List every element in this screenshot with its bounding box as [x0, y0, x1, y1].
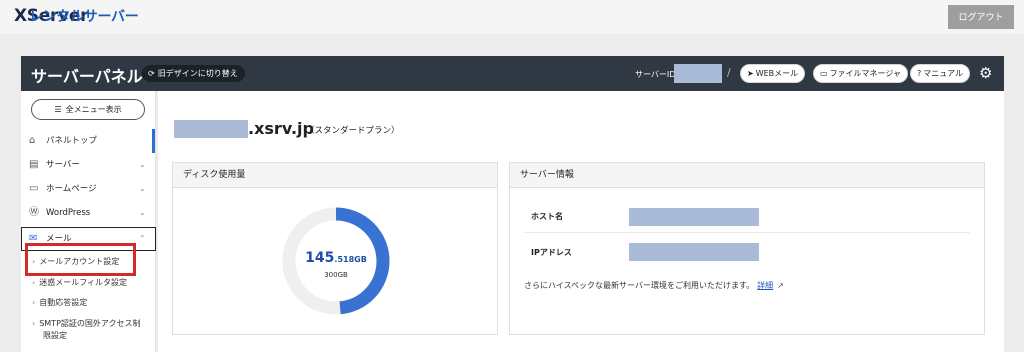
- all-menu-label: 全メニュー表示: [65, 105, 122, 114]
- header-separator: /: [727, 66, 731, 79]
- subitem-label: 限設定: [43, 331, 67, 340]
- top-bar: XServer レンタルサーバー ログアウト: [0, 0, 1024, 34]
- logout-button[interactable]: ログアウト: [948, 5, 1014, 29]
- gear-icon[interactable]: ⚙: [979, 64, 992, 83]
- old-design-toggle[interactable]: ⟳ 旧デザインに切り替え: [142, 65, 245, 82]
- all-menu-button[interactable]: ☰ 全メニュー表示: [31, 99, 145, 120]
- sidebar: ☰ 全メニュー表示 ⌂ パネルトップ ▤ サーバー ⌄ ▭ ホームページ ⌄ Ⓦ …: [21, 91, 156, 352]
- ip-value-masked: [629, 243, 759, 261]
- folder-icon: ▭: [820, 69, 828, 78]
- server-icon: ▤: [29, 159, 39, 170]
- file-manager-label: ファイルマネージャ: [829, 69, 902, 78]
- details-link[interactable]: 詳細: [757, 281, 773, 290]
- chevron-down-icon: ⌄: [139, 160, 146, 169]
- chevron-right-icon: ›: [32, 319, 36, 328]
- sidebar-item-label: パネルトップ: [46, 136, 98, 146]
- highlight-annotation: [25, 243, 136, 276]
- server-id-label: サーバーID: [635, 70, 676, 79]
- disk-used-main: 145: [305, 250, 335, 266]
- question-icon: ?: [917, 69, 922, 78]
- panel-title: サーバーパネル: [31, 67, 143, 86]
- subitem-smtp-restriction-cont: 限設定: [43, 330, 67, 341]
- home-icon: ⌂: [29, 135, 36, 146]
- disk-usage-title: ディスク使用量: [173, 163, 497, 188]
- manual-button[interactable]: ? マニュアル: [910, 64, 971, 83]
- server-info-card: サーバー情報 ホスト名 IPアドレス さらにハイスペックな最新サーバー環境をご利…: [509, 162, 985, 335]
- chevron-right-icon: ›: [32, 278, 36, 287]
- domain-masked: [174, 120, 248, 138]
- brand-product: レンタルサーバー: [29, 9, 139, 25]
- sidebar-item-panel-top[interactable]: ⌂ パネルトップ: [21, 129, 156, 153]
- wordpress-icon: Ⓦ: [29, 207, 39, 218]
- external-link-icon: ↗: [777, 281, 784, 290]
- host-label: ホスト名: [531, 212, 563, 221]
- disk-used-value: 145.518GB: [173, 247, 499, 266]
- browser-icon: ▭: [29, 183, 39, 194]
- sidebar-item-label: サーバー: [46, 160, 80, 170]
- host-value-masked: [629, 208, 759, 226]
- server-id-value-masked: [674, 64, 722, 83]
- subitem-auto-reply[interactable]: › 自動応答設定: [32, 297, 87, 308]
- server-info-title: サーバー情報: [510, 163, 984, 188]
- old-design-label: 旧デザインに切り替え: [157, 69, 238, 78]
- menu-icon: ☰: [54, 105, 62, 114]
- sidebar-item-label: WordPress: [46, 208, 91, 218]
- file-manager-button[interactable]: ▭ ファイルマネージャ: [813, 64, 909, 83]
- sidebar-item-server[interactable]: ▤ サーバー ⌄: [21, 153, 156, 177]
- chevron-right-icon: ›: [32, 298, 36, 307]
- brand-logo[interactable]: XServer レンタルサーバー: [14, 6, 139, 26]
- subitem-label: 自動応答設定: [39, 298, 88, 307]
- upgrade-note: さらにハイスペックな最新サーバー環境をご利用いただけます。 詳細 ↗: [524, 280, 784, 291]
- disk-used-decimal: .518GB: [334, 255, 367, 264]
- panel-header: サーバーパネル ⟳ 旧デザインに切り替え サーバーID / ➤ WEBメール ▭ ファ…: [21, 56, 1004, 91]
- disk-total: 300GB: [324, 271, 348, 279]
- webmail-label: WEBメール: [755, 69, 799, 78]
- upgrade-note-text: さらにハイスペックな最新サーバー環境をご利用いただけます。: [524, 281, 755, 290]
- domain-name: .xsrv.jp: [248, 119, 314, 138]
- sidebar-item-homepage[interactable]: ▭ ホームページ ⌄: [21, 177, 156, 201]
- chevron-down-icon: ⌄: [139, 184, 146, 193]
- divider: [524, 232, 970, 233]
- active-indicator: [152, 129, 155, 153]
- main-content: .xsrv.jp （スタンダードプラン） ディスク使用量 145.518GB 3…: [158, 91, 1004, 352]
- subitem-label: 迷惑メールフィルタ設定: [39, 278, 128, 287]
- sidebar-item-label: ホームページ: [46, 184, 97, 194]
- subitem-spam-filter[interactable]: › 迷惑メールフィルタ設定: [32, 277, 127, 288]
- webmail-button[interactable]: ➤ WEBメール: [740, 64, 806, 83]
- subitem-smtp-restriction[interactable]: › SMTP認証の国外アクセス制: [32, 318, 141, 329]
- sidebar-item-wordpress[interactable]: Ⓦ WordPress ⌄: [21, 201, 156, 225]
- ip-label: IPアドレス: [531, 248, 572, 257]
- plan-label: （スタンダードプラン）: [306, 126, 400, 136]
- paper-plane-icon: ➤: [747, 69, 754, 78]
- refresh-icon: ⟳: [148, 69, 155, 78]
- manual-label: マニュアル: [923, 69, 964, 78]
- disk-usage-card: ディスク使用量 145.518GB 300GB: [172, 162, 498, 335]
- subitem-label: SMTP認証の国外アクセス制: [39, 319, 141, 328]
- chevron-down-icon: ⌄: [139, 208, 146, 217]
